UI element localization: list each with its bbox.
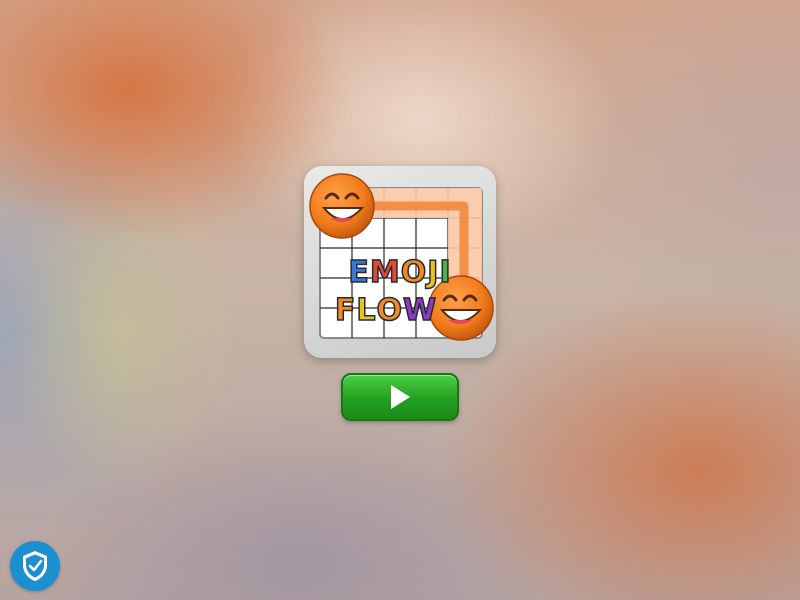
title-letter: J (427, 255, 440, 290)
title-letter: O (400, 255, 428, 290)
game-icon[interactable]: EMOJI FLOW (304, 166, 496, 358)
title-letter: W (402, 293, 438, 328)
title-letter: I (439, 255, 452, 290)
emoji-top-left-icon (309, 173, 375, 239)
play-button[interactable] (341, 373, 459, 421)
title-letter: O (376, 293, 404, 328)
play-icon (391, 385, 410, 409)
title-letter: L (356, 293, 377, 328)
title-line-2: FLOW (290, 293, 482, 328)
shield-check-icon (23, 551, 47, 581)
title-line-1: EMOJI (304, 255, 496, 290)
title-letter: F (334, 293, 357, 328)
title-letter: M (369, 255, 401, 290)
security-badge[interactable] (10, 541, 60, 591)
title-letter: E (348, 255, 370, 290)
